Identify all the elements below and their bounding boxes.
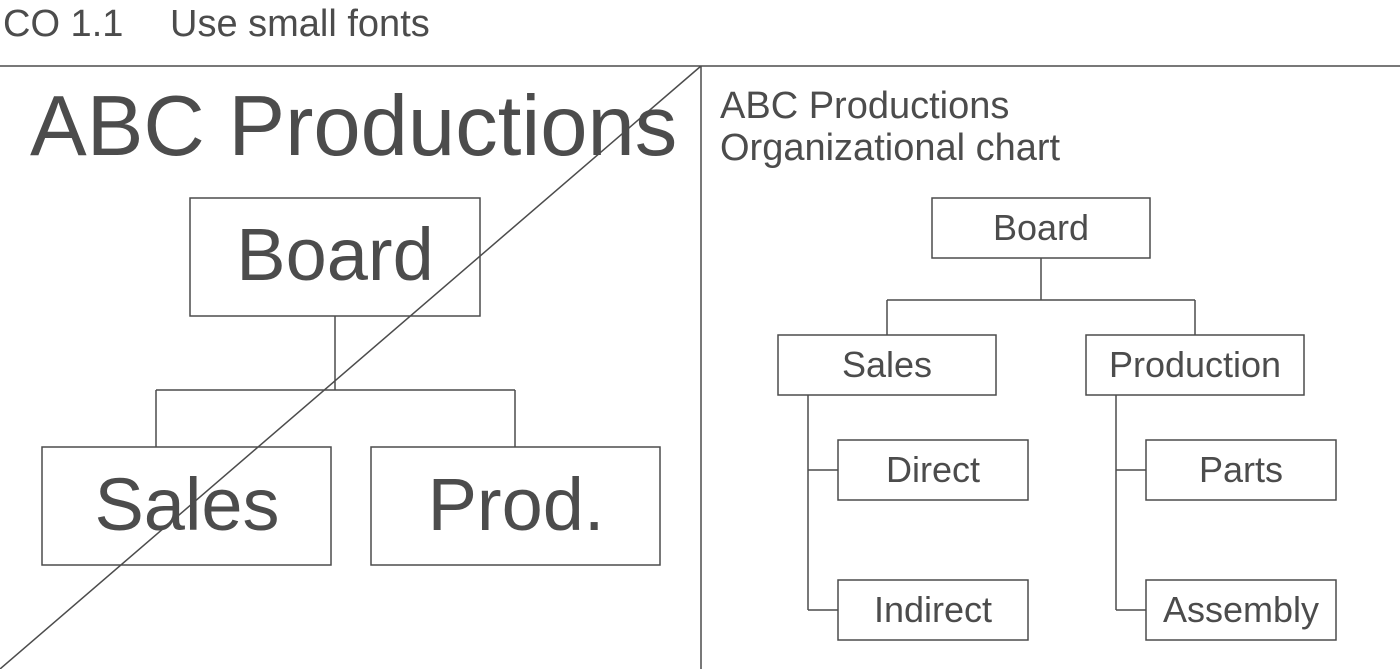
left-prod-label: Prod. (428, 463, 605, 546)
right-direct-node: Direct (838, 440, 1028, 500)
left-panel: ABC Productions Board Sales Prod. (0, 66, 701, 669)
right-indirect-label: Indirect (874, 589, 992, 630)
right-assembly-node: Assembly (1146, 580, 1336, 640)
right-production-node: Production (1086, 335, 1304, 395)
left-title: ABC Productions (30, 79, 677, 174)
right-title-1: ABC Productions (720, 85, 1009, 127)
right-direct-label: Direct (886, 449, 980, 490)
right-indirect-node: Indirect (838, 580, 1028, 640)
right-assembly-label: Assembly (1163, 589, 1319, 630)
header-code: CO 1.1 (3, 3, 123, 45)
right-sales-label: Sales (842, 344, 932, 385)
right-panel: ABC Productions Organizational chart Boa… (720, 85, 1336, 640)
right-sales-node: Sales (778, 335, 996, 395)
left-sales-label: Sales (94, 463, 279, 546)
right-parts-node: Parts (1146, 440, 1336, 500)
right-board-node: Board (932, 198, 1150, 258)
right-production-label: Production (1109, 344, 1281, 385)
figure: CO 1.1 Use small fonts ABC Productions B… (0, 0, 1400, 669)
header-title: Use small fonts (170, 3, 430, 45)
right-parts-label: Parts (1199, 449, 1283, 490)
left-board-label: Board (236, 213, 433, 296)
left-prod-node: Prod. (371, 447, 660, 565)
left-sales-node: Sales (42, 447, 331, 565)
left-board-node: Board (190, 198, 480, 316)
right-title-2: Organizational chart (720, 127, 1061, 169)
right-board-label: Board (993, 207, 1089, 248)
